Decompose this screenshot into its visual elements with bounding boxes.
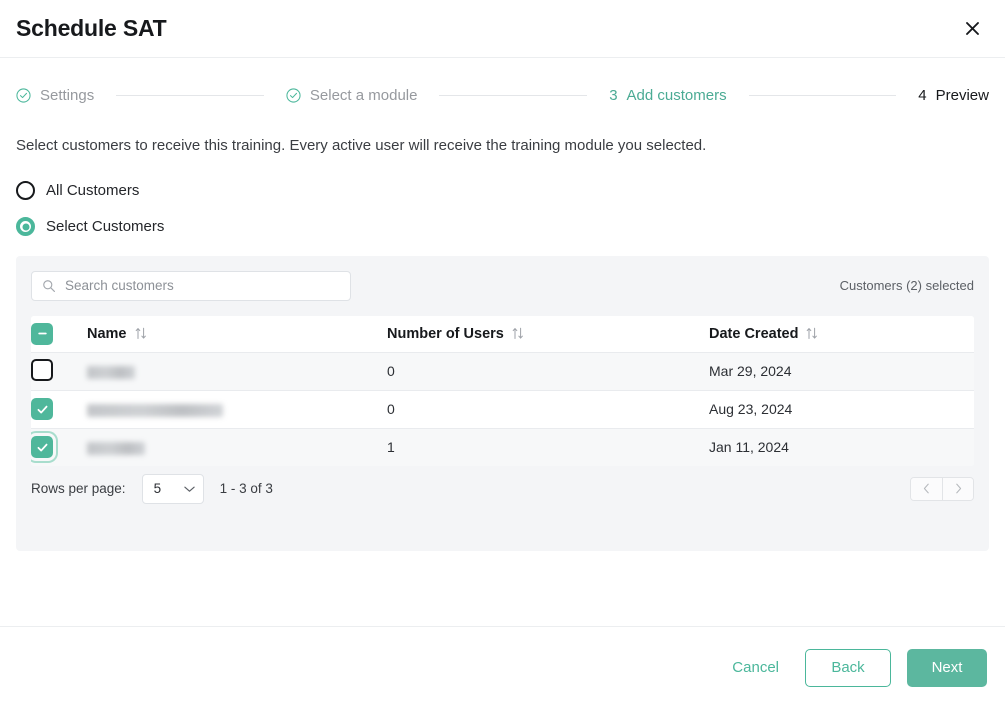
table-body: 0 Mar 29, 2024 0 Aug 23, 2024 1 Jan 11, … <box>31 352 974 466</box>
modal-header: Schedule SAT <box>0 0 1005 58</box>
select-all-cell <box>31 315 87 353</box>
step-label-preview: Preview <box>935 86 989 104</box>
row-checkbox-focus-ring <box>31 433 56 461</box>
step-label-select-a-module: Select a module <box>309 86 418 104</box>
row-name-cell <box>87 390 387 429</box>
row-name-cell <box>87 428 387 466</box>
step-number-3: 3 <box>609 86 618 104</box>
row-checkbox[interactable] <box>31 436 53 458</box>
row-checkbox-cell <box>31 352 87 391</box>
step-label-settings: Settings <box>40 86 95 104</box>
pager-controls <box>910 476 974 501</box>
wizard-stepper: Settings Select a module 3 Add customers… <box>16 58 989 124</box>
sort-icon <box>512 327 523 339</box>
table-row[interactable]: 0 Mar 29, 2024 <box>31 352 974 391</box>
step-connector-1 <box>116 94 264 96</box>
row-checkbox-cell <box>31 428 87 466</box>
row-checkbox[interactable] <box>31 398 53 420</box>
row-checkbox[interactable] <box>31 358 53 381</box>
row-name-cell <box>87 352 387 391</box>
radio-label-all-customers: All Customers <box>46 182 140 199</box>
column-header-number-of-users-label: Number of Users <box>387 325 504 342</box>
table-row[interactable]: 1 Jan 11, 2024 <box>31 428 974 466</box>
cancel-button[interactable]: Cancel <box>722 651 789 684</box>
column-header-number-of-users[interactable]: Number of Users <box>387 315 709 353</box>
radio-label-select-customers: Select Customers <box>46 218 165 235</box>
column-header-name-label: Name <box>87 325 127 342</box>
rows-per-page-select[interactable]: 5 <box>141 473 204 504</box>
chevron-left-icon-glyph <box>923 483 929 494</box>
search-input[interactable] <box>31 270 351 301</box>
rows-per-page-label: Rows per page: <box>31 481 126 496</box>
chevron-down-icon <box>183 486 195 492</box>
row-users-cell: 0 <box>387 390 709 429</box>
check-icon <box>37 405 47 413</box>
redacted-customer-name <box>87 403 223 417</box>
redacted-customer-name <box>87 365 135 379</box>
radio-all-customers[interactable]: All Customers <box>16 176 989 206</box>
table-row[interactable]: 0 Aug 23, 2024 <box>31 390 974 429</box>
minus-icon <box>37 332 47 335</box>
step-connector-3 <box>748 94 897 96</box>
step-connector-2 <box>439 94 588 96</box>
table-header: Name Number of Users Date Created <box>31 315 974 353</box>
selected-count-label: Customers (2) selected <box>839 278 974 293</box>
row-date-cell: Aug 23, 2024 <box>709 390 974 429</box>
step-add-customers[interactable]: 3 Add customers <box>609 87 726 104</box>
column-header-date-created-label: Date Created <box>709 325 799 342</box>
instructions-text: Select customers to receive this trainin… <box>16 137 707 154</box>
rows-per-page-value: 5 <box>153 481 162 496</box>
customers-panel: Customers (2) selected <box>16 255 989 551</box>
row-users-cell: 0 <box>387 352 709 391</box>
step-label-add-customers: Add customers <box>626 86 727 104</box>
check-circle-icon <box>286 87 301 103</box>
pagination-range-label: 1 - 3 of 3 <box>219 481 273 496</box>
next-button[interactable]: Next <box>907 648 987 687</box>
radio-icon-selected <box>16 217 35 236</box>
row-checkbox-cell <box>31 390 87 429</box>
table-header-row: Name Number of Users Date Created <box>31 315 974 353</box>
table-pagination: Rows per page: 5 1 - 3 of 3 <box>31 466 974 512</box>
row-users-cell: 1 <box>387 428 709 466</box>
select-all-checkbox[interactable] <box>31 322 53 345</box>
chevron-right-icon-glyph <box>955 483 961 494</box>
sort-icon <box>135 327 146 339</box>
redacted-customer-name <box>87 441 145 455</box>
search-customers-wrapper <box>31 270 351 301</box>
row-date-cell: Jan 11, 2024 <box>709 428 974 466</box>
step-select-a-module[interactable]: Select a module <box>286 86 418 104</box>
modal-footer: Cancel Back Next <box>0 626 1005 708</box>
step-number-4: 4 <box>918 86 927 104</box>
radio-select-customers[interactable]: Select Customers <box>16 212 989 242</box>
back-button[interactable]: Back <box>805 648 891 687</box>
page-title: Schedule SAT <box>16 15 167 41</box>
check-circle-icon <box>16 87 31 103</box>
radio-icon-unselected <box>16 181 35 200</box>
step-preview[interactable]: 4 Preview <box>918 87 989 104</box>
column-header-date-created[interactable]: Date Created <box>709 315 974 353</box>
close-icon[interactable] <box>957 14 987 44</box>
close-icon-glyph <box>965 22 979 35</box>
check-icon <box>37 443 47 451</box>
customer-scope-radio-group: All Customers Select Customers <box>16 176 989 242</box>
sort-icon <box>807 327 818 339</box>
step-settings[interactable]: Settings <box>16 87 94 104</box>
panel-toolbar: Customers (2) selected <box>31 270 974 301</box>
chevron-left-icon[interactable] <box>911 477 942 500</box>
row-date-cell: Mar 29, 2024 <box>709 352 974 391</box>
schedule-sat-modal: Schedule SAT Settings Select a module 3 … <box>0 0 1005 708</box>
column-header-name[interactable]: Name <box>87 315 387 353</box>
chevron-right-icon[interactable] <box>942 477 973 500</box>
customers-table: Name Number of Users Date Created 0 Mar … <box>31 315 974 466</box>
modal-body: Settings Select a module 3 Add customers… <box>0 58 1005 626</box>
